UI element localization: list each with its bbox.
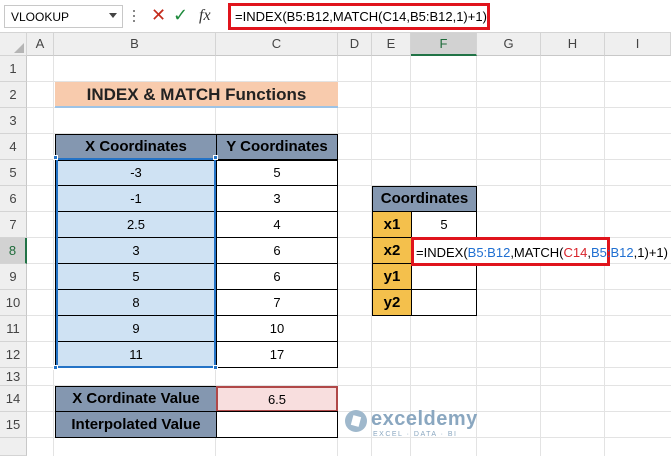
formula-input[interactable]: =INDEX(B5:B12,MATCH(C14,B5:B12,1)+1) [228,3,490,30]
formula-part: ,1)+1) [633,245,668,260]
row-header-12[interactable]: 12 [0,342,27,368]
exceldemy-logo-icon [345,410,367,432]
table-cell-y[interactable]: 7 [216,289,338,316]
table-cell-x[interactable]: -1 [55,185,217,212]
table-cell-x[interactable]: 9 [55,315,217,342]
x2-label[interactable]: x2 [372,237,412,264]
formula-bar: VLOOKUP ✕ ✓ fx =INDEX(B5:B12,MATCH(C14,B… [0,0,671,33]
row-header-4[interactable]: 4 [0,134,27,160]
row-header-9[interactable]: 9 [0,264,27,290]
coordinates-header[interactable]: Coordinates [372,186,477,212]
watermark-tagline: EXCEL · DATA · BI [373,431,458,438]
y2-value[interactable] [411,289,477,316]
y1-label[interactable]: y1 [372,263,412,290]
interpolated-value-label[interactable]: Interpolated Value [55,411,217,438]
row-header-7[interactable]: 7 [0,212,27,238]
y2-label[interactable]: y2 [372,289,412,316]
formula-part: =INDEX( [416,245,468,260]
table-cell-x[interactable]: 11 [55,341,217,368]
row-header-8[interactable]: 8 [0,238,27,264]
column-header-c[interactable]: C [216,33,338,56]
select-all-button[interactable] [0,33,27,56]
range-handle[interactable] [53,365,58,370]
row-header-5[interactable]: 5 [0,160,27,186]
row-header-15[interactable]: 15 [0,412,27,438]
confirm-icon[interactable]: ✓ [173,5,188,26]
table-cell-y[interactable]: 10 [216,315,338,342]
table-header-x[interactable]: X Coordinates [55,134,217,160]
page-title: INDEX & MATCH Functions [55,82,338,108]
table-cell-y[interactable]: 5 [216,160,338,186]
range-handle[interactable] [213,365,218,370]
table-cell-x[interactable]: -3 [55,160,217,186]
table-cell-y[interactable]: 6 [216,237,338,264]
column-header-d[interactable]: D [338,33,372,56]
column-header-h[interactable]: H [541,33,605,56]
table-cell-y[interactable]: 17 [216,341,338,368]
row-header-1[interactable]: 1 [0,56,27,82]
more-options-icon [132,7,136,25]
row-header-14[interactable]: 14 [0,386,27,412]
x1-label[interactable]: x1 [372,211,412,238]
insert-function-icon[interactable]: fx [199,7,211,25]
table-cell-x[interactable]: 5 [55,263,217,290]
table-cell-y[interactable]: 4 [216,211,338,238]
table-cell-x[interactable]: 8 [55,289,217,316]
formula-ref-b5-b12: B5:B12 [591,245,634,260]
formula-ref-c14: C14 [563,245,588,260]
name-box[interactable]: VLOOKUP [4,5,123,28]
table-cell-x[interactable]: 2.5 [55,211,217,238]
row-header-3[interactable]: 3 [0,108,27,134]
watermark: exceldemy EXCEL · DATA · BI [345,408,525,444]
watermark-name: exceldemy [371,408,478,430]
row-header-10[interactable]: 10 [0,290,27,316]
formula-ref-b5-b12: B5:B12 [467,245,511,260]
active-cell-formula[interactable]: =INDEX(B5:B12,MATCH(C14,B5:B12,1)+1) [411,237,668,266]
column-header-b[interactable]: B [54,33,216,56]
table-cell-x[interactable]: 3 [55,237,217,264]
row-header-11[interactable]: 11 [0,316,27,342]
y1-value[interactable] [411,263,477,290]
chevron-down-icon[interactable] [109,13,117,18]
name-box-value: VLOOKUP [11,10,70,24]
formula-part: ,MATCH( [510,245,564,260]
cancel-icon[interactable]: ✕ [151,5,166,26]
interpolated-value-cell[interactable] [216,411,338,438]
table-cell-y[interactable]: 6 [216,263,338,290]
row-header-13[interactable]: 13 [0,368,27,386]
column-header-e[interactable]: E [372,33,411,56]
range-handle[interactable] [53,155,58,160]
table-header-y[interactable]: Y Coordinates [216,134,338,160]
x1-value[interactable]: 5 [411,211,477,238]
table-cell-y[interactable]: 3 [216,185,338,212]
row-header-2[interactable]: 2 [0,82,27,108]
range-handle[interactable] [213,155,218,160]
formula-bar-buttons: ✕ ✓ fx [145,5,225,28]
row-header-16[interactable] [0,438,27,456]
column-header-f[interactable]: F [411,33,477,56]
x-value-cell[interactable]: 6.5 [216,386,338,412]
row-header-6[interactable]: 6 [0,186,27,212]
column-header-a[interactable]: A [27,33,54,56]
column-header-g[interactable]: G [477,33,541,56]
x-value-label[interactable]: X Cordinate Value [55,386,217,412]
column-header-i[interactable]: I [605,33,671,56]
